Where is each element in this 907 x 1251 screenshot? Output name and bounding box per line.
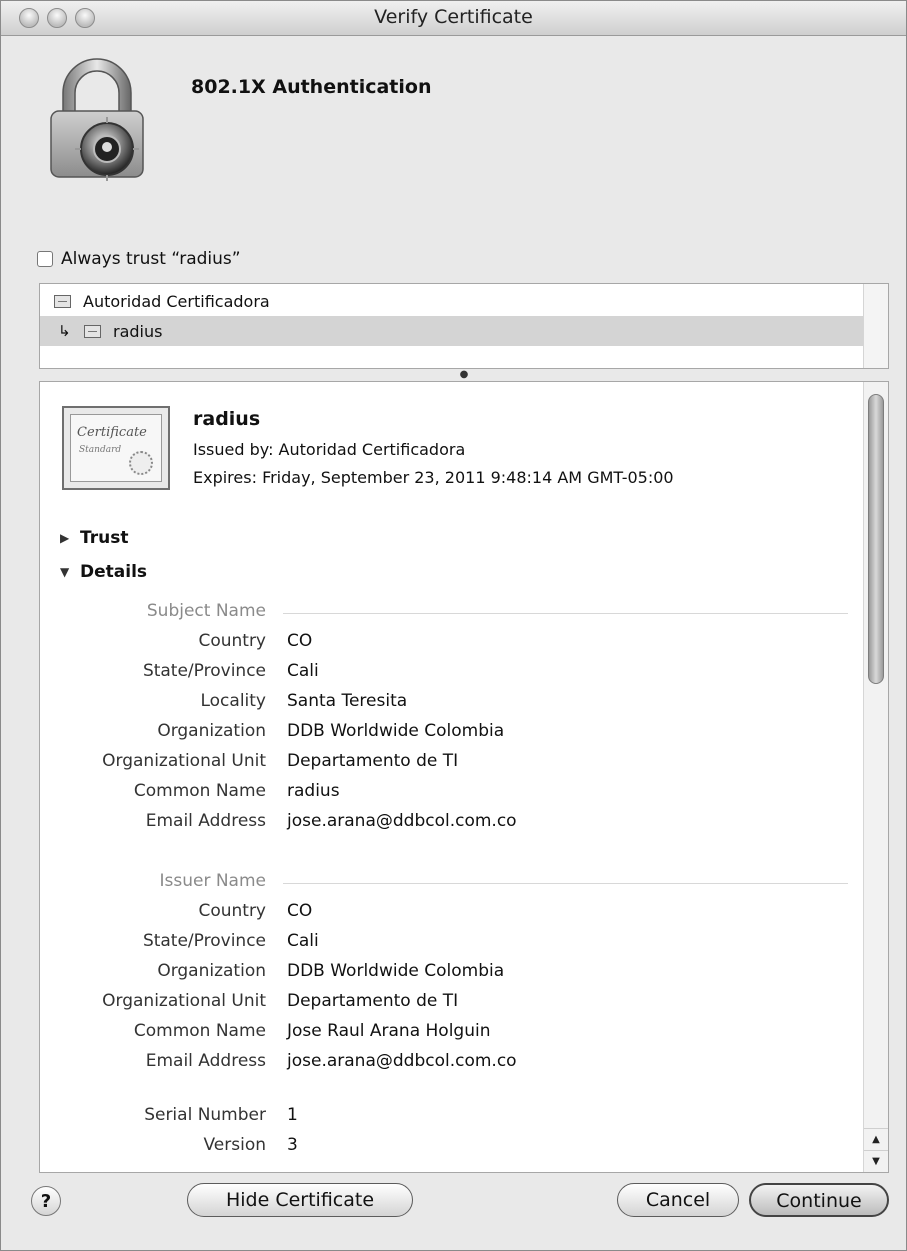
trust-label: Trust [80,528,129,548]
detail-row: Organization DDB Worldwide Colombia [40,721,860,751]
detail-key: Organization [157,721,266,741]
detail-value: 3 [287,1135,298,1155]
certificate-icon [84,324,101,338]
detail-row: State/Province Cali [40,931,860,961]
chain-item-root[interactable]: Autoridad Certificadora [40,286,876,316]
detail-value: Departamento de TI [287,751,459,771]
certificate-icon [54,294,71,308]
detail-row: Common Name radius [40,781,860,811]
certificate-badge-icon: Certificate Standard [62,406,170,490]
details-disclosure[interactable]: ▼ Details [60,562,147,582]
page-title: 802.1X Authentication [191,76,432,98]
detail-key: Locality [200,691,266,711]
help-button[interactable]: ? [31,1186,61,1216]
detail-key: Organizational Unit [102,991,266,1011]
certificate-details-panel[interactable]: Certificate Standard radius Issued by: A… [39,381,889,1173]
detail-value: CO [287,631,313,651]
detail-row: Country CO [40,901,860,931]
detail-key: Serial Number [144,1105,266,1125]
detail-value: Jose Raul Arana Holguin [287,1021,491,1041]
detail-value: Departamento de TI [287,991,459,1011]
chain-item-label: radius [113,321,163,341]
detail-row: Email Address jose.arana@ddbcol.com.co [40,811,860,841]
chain-scrollbar[interactable] [863,284,888,368]
scroll-down-arrow-icon[interactable]: ▼ [864,1150,888,1172]
badge-title: Certificate [77,425,147,440]
chain-item-label: Autoridad Certificadora [83,291,270,311]
detail-key: State/Province [142,661,266,681]
detail-row: Organization DDB Worldwide Colombia [40,961,860,991]
scroll-up-arrow-icon[interactable]: ▲ [864,1128,888,1151]
triangle-right-icon: ▶ [60,531,70,545]
badge-subtitle: Standard [79,445,122,455]
detail-value: DDB Worldwide Colombia [287,961,505,981]
subject-name-section: Subject Name [40,601,860,631]
section-label: Issuer Name [159,871,266,891]
detail-row: Organizational Unit Departamento de TI [40,991,860,1021]
detail-value: CO [287,901,313,921]
detail-row: Country CO [40,631,860,661]
continue-button[interactable]: Continue [749,1183,889,1217]
detail-key: Organizational Unit [102,751,266,771]
detail-key: Common Name [133,1021,266,1041]
section-divider [283,883,848,884]
split-view-handle[interactable]: ● [39,369,889,381]
details-scrollbar[interactable]: ▲ ▼ [863,382,888,1172]
detail-key: Common Name [133,781,266,801]
section-divider [283,613,848,614]
certificate-chain-list[interactable]: Autoridad Certificadora ↳ radius [39,283,889,369]
detail-row: Organizational Unit Departamento de TI [40,751,860,781]
detail-key: Email Address [145,1051,266,1071]
title-bar[interactable]: Verify Certificate [1,1,906,36]
detail-key: Country [198,631,266,651]
triangle-down-icon: ▼ [60,565,70,579]
hide-certificate-button[interactable]: Hide Certificate [187,1183,413,1217]
always-trust-row[interactable]: Always trust “radius” [37,249,241,269]
cancel-button[interactable]: Cancel [617,1183,739,1217]
detail-key: State/Province [142,931,266,951]
detail-value: Santa Teresita [287,691,408,711]
scrollbar-thumb[interactable] [868,394,884,684]
certificate-name: radius [193,408,261,430]
details-label: Details [80,562,148,582]
section-label: Subject Name [146,601,266,621]
version-row: Version 3 [40,1135,860,1165]
detail-value: jose.arana@ddbcol.com.co [287,1051,517,1071]
trust-disclosure[interactable]: ▶ Trust [60,528,128,548]
detail-key: Organization [157,961,266,981]
always-trust-label: Always trust “radius” [61,249,241,269]
window-title: Verify Certificate [374,6,533,28]
seal-icon [129,451,153,475]
serial-number-row: Serial Number 1 [40,1105,860,1135]
padlock-icon [50,58,144,181]
verify-certificate-window: Verify Certificate 802.1X Authentication… [0,0,907,1251]
detail-key: Email Address [145,811,266,831]
detail-key: Country [198,901,266,921]
detail-row: Locality Santa Teresita [40,691,860,721]
detail-value: jose.arana@ddbcol.com.co [287,811,517,831]
chain-item-radius[interactable]: ↳ radius [40,316,876,346]
issued-by: Issued by: Autoridad Certificadora [193,440,466,459]
detail-row: Common Name Jose Raul Arana Holguin [40,1021,860,1051]
child-arrow-icon: ↳ [58,322,71,340]
detail-value: DDB Worldwide Colombia [287,721,505,741]
detail-value: Cali [287,661,319,681]
detail-row: State/Province Cali [40,661,860,691]
issuer-name-section: Issuer Name [40,871,860,901]
expires: Expires: Friday, September 23, 2011 9:48… [193,468,674,487]
detail-value: 1 [287,1105,298,1125]
detail-value: Cali [287,931,319,951]
detail-key: Version [203,1135,266,1155]
detail-value: radius [287,781,340,801]
always-trust-checkbox[interactable] [37,251,53,267]
detail-row: Email Address jose.arana@ddbcol.com.co [40,1051,860,1081]
